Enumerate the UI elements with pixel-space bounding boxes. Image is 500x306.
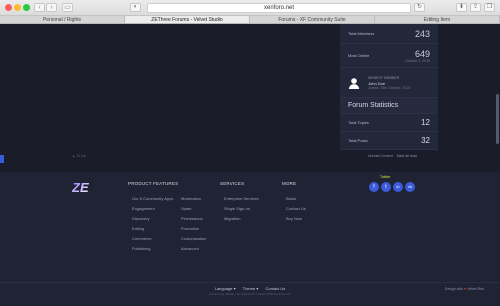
download-icon[interactable]: ⬇ [456,3,467,12]
zoom-window-button[interactable] [23,4,30,11]
total-topics-value: 12 [421,118,430,127]
back-to-top-link[interactable]: ▲ To top [72,154,86,158]
share-icon[interactable]: ⇪ [470,3,481,12]
feature-link[interactable]: Discovery [132,216,150,221]
total-members-value: 243 [414,28,430,39]
feature-link[interactable]: Our 8 Community Apps [132,196,173,201]
tab-personal[interactable]: Personal / Rights [0,16,125,23]
contact-us-link[interactable]: Contact Us [265,286,285,291]
scrollbar[interactable] [496,94,499,144]
forward-icon[interactable]: › [46,3,57,12]
feature-link[interactable]: Publishing [132,246,150,251]
total-posts-label: Total Posts [348,138,368,143]
tab-forums-community[interactable]: Forums - XF Community Suite [250,16,375,23]
site-footer: ZE PRODUCT FEATURES Our 8 Community Apps… [0,172,500,306]
user-avatar-icon[interactable] [348,77,360,89]
total-posts-value: 32 [421,136,430,145]
page-footer-row: ▲ To top Unread Content Mark all read [0,152,500,160]
services-title: SERVICES [220,181,245,186]
shield-icon[interactable]: ◐ [130,3,141,12]
member-stats: Total Members 243 Most Online 649 Octobe… [340,24,438,98]
sidebar-toggle-icon[interactable]: ▭ [62,3,73,12]
unread-content-link[interactable]: Unread Content [368,154,393,158]
product-features-title: PRODUCT FEATURES [128,181,179,186]
ze-logo[interactable]: ZE [72,180,94,194]
made-with: Design with ♥ Velvet Red [445,287,484,291]
copyright-text: Community platform by XenForo® © 2010-20… [209,292,291,296]
theme-selector[interactable]: Theme ▾ [243,286,259,291]
feature-link[interactable]: Permissions [181,216,203,221]
forum-statistics-title: Forum Statistics [340,98,438,114]
browser-titlebar: ‹ › ▭ ◐ xenforo.net ↻ ⬇ ⇪ ❐ [0,0,500,16]
service-link[interactable]: Single Sign-on [224,206,250,211]
close-window-button[interactable] [5,4,12,11]
feature-link[interactable]: Engagement [132,206,155,211]
tabs-icon[interactable]: ❐ [484,3,495,12]
total-topics-row: Total Topics 12 [340,114,438,132]
newest-member-label: NEWEST MEMBER [368,76,400,80]
most-online-date: October 3, 2016 [404,58,430,63]
feature-link[interactable]: Editing [132,226,144,231]
made-with-suffix[interactable]: Velvet Red [467,287,484,291]
tab-bar: Personal / Rights ZEThree Forums - Velve… [0,16,500,24]
address-bar[interactable]: xenforo.net [147,3,411,13]
tab-zethree-forums[interactable]: ZEThree Forums - Velvet Studio [125,16,250,23]
more-title: MORE [282,181,297,186]
reload-icon[interactable]: ↻ [414,3,425,12]
more-link[interactable]: Buy Now [286,216,302,221]
most-online-label: Most Online [348,53,370,58]
feature-link[interactable]: Advanced [181,246,199,251]
svg-text:ZE: ZE [72,180,89,194]
heart-icon: ♥ [464,287,467,291]
made-with-prefix: Design with [444,287,464,291]
bottom-bar: Language ▾ Theme ▾ Contact Us Community … [0,282,500,306]
total-topics-label: Total Topics [348,120,369,125]
linkedin-icon[interactable]: in [393,182,403,192]
side-drawer-tab[interactable] [0,155,4,163]
most-online-row: Most Online 649 October 3, 2016 [340,44,438,68]
service-link[interactable]: Enterprise Services [224,196,259,201]
mark-all-read-link[interactable]: Mark all read [397,154,417,158]
service-link[interactable]: Migration [224,216,240,221]
most-online-block: 649 October 3, 2016 [405,49,430,63]
back-icon[interactable]: ‹ [34,3,45,12]
minimize-window-button[interactable] [14,4,21,11]
twitter-icon[interactable]: t [381,182,391,192]
most-online-value: 649 [414,48,430,59]
newest-member: NEWEST MEMBER John Doe Joined: 15th Octo… [340,68,438,98]
newest-member-date: Joined: 15th October, 2016 [368,86,411,90]
feature-link[interactable]: Customization [181,236,206,241]
page-content: Total Members 243 Most Online 649 Octobe… [0,24,500,306]
more-link[interactable]: Contact Us [286,206,306,211]
facebook-icon[interactable]: f [369,182,379,192]
vk-icon[interactable]: vk [405,182,415,192]
total-members-row: Total Members 243 [340,24,438,44]
bottom-links: Language ▾ Theme ▾ Contact Us [0,286,500,291]
feature-link[interactable]: Spam [181,206,191,211]
total-posts-row: Total Posts 32 [340,132,438,150]
tab-editing-item[interactable]: Editing Item [375,16,500,23]
feature-link[interactable]: Promotion [181,226,199,231]
thread-actions: Unread Content Mark all read [368,154,417,158]
more-link[interactable]: Blank [286,196,296,201]
feature-link[interactable]: Moderation [181,196,201,201]
language-selector[interactable]: Language ▾ [215,286,236,291]
social-label: Twitter [380,175,391,179]
sidebar-stats: Total Members 243 Most Online 649 Octobe… [340,24,438,150]
feature-link[interactable]: Commerce [132,236,152,241]
total-members-label: Total Members [348,31,375,36]
browser-window: ‹ › ▭ ◐ xenforo.net ↻ ⬇ ⇪ ❐ Personal / R… [0,0,500,306]
